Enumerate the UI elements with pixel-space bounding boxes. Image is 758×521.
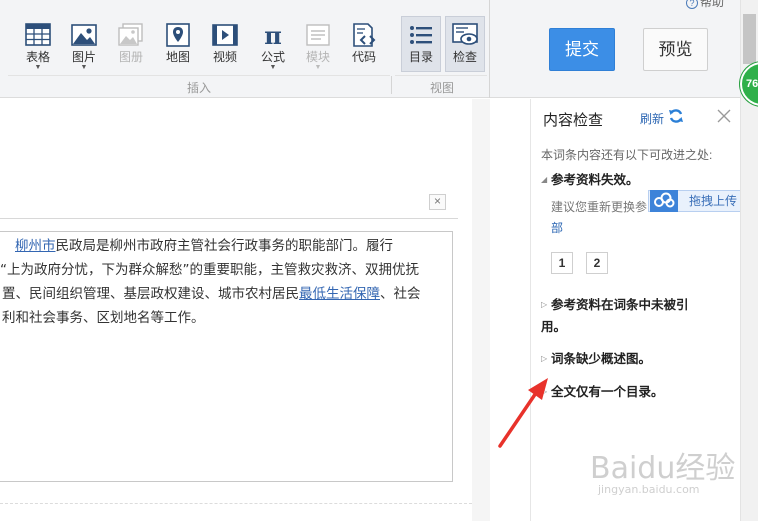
check-label: 检查 (452, 50, 477, 64)
watermark-url: jingyan.baidu.com (598, 483, 700, 496)
issue-description: 建议您重新更换参 (551, 200, 648, 214)
paragraph-line: 柳州市民政局是柳州市政府主管社会行政事务的职能部门。履行 (2, 234, 446, 258)
toolbar-separator (489, 0, 490, 98)
panel-title: 内容检查 (543, 112, 604, 129)
paragraph-text: 民政局是柳州市政府主管社会行政事务的职能部门。履行 (55, 238, 394, 254)
submit-button[interactable]: 提交 (549, 28, 615, 71)
table-label: 表格 (25, 50, 50, 64)
expand-triangle-icon: ▷ (541, 354, 548, 363)
album-label: 图册 (118, 50, 143, 64)
formula-button[interactable]: π 公式 ▼ (253, 22, 293, 71)
reference-number-1[interactable]: 1 (551, 252, 573, 274)
module-label: 模块 (305, 50, 330, 64)
view-group-line (395, 75, 487, 76)
issue-title: 词条缺少概述图。 (551, 352, 652, 366)
reference-number-2[interactable]: 2 (586, 252, 608, 274)
preview-button[interactable]: 预览 (643, 28, 708, 71)
cloud-upload-icon (650, 190, 678, 212)
map-button[interactable]: 地图 (158, 22, 198, 70)
toc-label: 目录 (408, 50, 433, 64)
video-icon (212, 24, 238, 46)
panel-subtitle: 本词条内容还有以下可改进之处: (541, 148, 713, 162)
picture-button[interactable]: 图片 ▼ (64, 22, 104, 71)
help-link[interactable]: ? 帮助 (686, 0, 724, 10)
table-icon (25, 23, 51, 46)
close-icon[interactable]: × (429, 194, 446, 210)
editor-divider (0, 503, 472, 504)
check-icon (452, 23, 478, 45)
code-label: 代码 (351, 50, 376, 64)
video-button[interactable]: 视频 (205, 22, 245, 70)
min-living-security-link[interactable]: 最低生活保障 (299, 286, 380, 302)
paragraph-text: 、社会 (380, 286, 421, 302)
code-button[interactable]: 代码 (344, 22, 384, 70)
help-label: 帮助 (700, 0, 725, 9)
video-label: 视频 (212, 50, 237, 64)
paragraph-line: 利和社会事务、区划地名等工作。 (2, 310, 205, 326)
map-label: 地图 (165, 50, 190, 64)
insert-group-label: 插入 (187, 81, 212, 95)
refresh-link[interactable]: 刷新 (640, 110, 664, 127)
chevron-down-icon: ▼ (80, 64, 88, 71)
issue-title: 参考资料失效。 (551, 173, 639, 187)
svg-text:π: π (264, 22, 282, 48)
check-button[interactable]: 检查 (445, 16, 485, 72)
close-icon[interactable] (717, 109, 731, 123)
expand-triangle-icon: ▷ (541, 300, 548, 309)
toc-button[interactable]: 目录 (401, 16, 441, 72)
picture-label: 图片 (71, 50, 96, 64)
paragraph-block[interactable]: 柳州市民政局是柳州市政府主管社会行政事务的职能部门。履行 “上为政府分忧，下为群… (0, 231, 453, 482)
issue-item-broken-references[interactable]: ◢ 参考资料失效。 (541, 169, 639, 191)
toolbar-separator (391, 76, 392, 94)
insert-group-line (8, 75, 390, 76)
map-icon (166, 23, 190, 47)
editor-divider (0, 218, 458, 219)
issue-item-unused-references[interactable]: ▷ 参考资料在词条中未被引 用。 (541, 294, 731, 338)
module-button[interactable]: 模块 ▼ (298, 22, 338, 71)
issue-title: 参考资料在词条中未被引 (551, 298, 689, 312)
collapse-triangle-icon: ◢ (541, 175, 548, 184)
annotation-arrow-icon (498, 378, 548, 448)
album-button[interactable]: 图册 (111, 22, 151, 70)
baidu-jingyan-watermark: Baidu经验 jingyan.baidu.com (590, 443, 736, 496)
upload-label: 拖拽上传 (689, 194, 738, 208)
issue-item-single-toc[interactable]: ▷ 全文仅有一个目录。 (541, 381, 664, 403)
drag-upload-bar[interactable]: 拖拽上传 (648, 190, 750, 212)
chevron-down-icon: ▼ (34, 64, 42, 71)
chevron-down-icon: ▼ (314, 64, 322, 71)
paragraph-text: 置、民间组织管理、基层政权建设、城市农村居民 (2, 286, 299, 302)
liuzhou-link[interactable]: 柳州市 (15, 238, 56, 254)
formula-label: 公式 (260, 50, 285, 64)
code-icon (353, 23, 376, 47)
paragraph-line: 置、民间组织管理、基层政权建设、城市农村居民最低生活保障、社会 (2, 282, 446, 306)
toc-icon (410, 26, 432, 44)
table-button[interactable]: 表格 ▼ (18, 22, 58, 71)
module-icon (306, 24, 330, 46)
chevron-down-icon: ▼ (269, 64, 277, 71)
issue-title: 全文仅有一个目录。 (551, 385, 664, 399)
picture-icon (71, 24, 97, 46)
formula-icon: π (264, 22, 282, 48)
issue-title: 用。 (541, 320, 567, 334)
help-icon: ? (686, 0, 698, 9)
issue-item-missing-overview-image[interactable]: ▷ 词条缺少概述图。 (541, 348, 652, 370)
refresh-icon[interactable] (668, 108, 684, 124)
scrollbar-thumb[interactable] (743, 14, 756, 64)
view-group-label: 视图 (430, 81, 455, 95)
editor-toolbar: 表格 ▼ 图片 ▼ 图册 地图 视频 π 公式 ▼ 模块 ▼ 代码 目录 检查 … (0, 0, 758, 98)
issue-description-link[interactable]: 部 (551, 219, 563, 236)
watermark-logo: Baidu经验 (590, 451, 736, 486)
album-icon (118, 23, 143, 46)
paragraph-line: “上为政府分忧，下为群众解愁”的重要职能，主管救灾救济、双拥优抚 (0, 262, 419, 278)
